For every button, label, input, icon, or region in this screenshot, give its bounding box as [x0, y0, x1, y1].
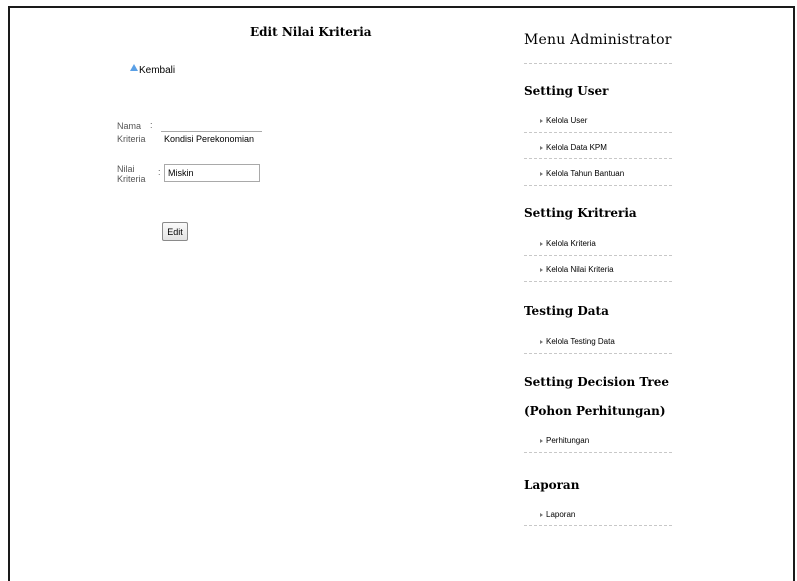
- menu-divider: [524, 132, 672, 133]
- menu-divider: [524, 281, 672, 282]
- bullet-arrow-icon: [540, 438, 543, 443]
- menu-divider: [524, 452, 672, 453]
- nama-label-line1: Nama: [117, 121, 142, 131]
- nilai-kriteria-input[interactable]: [164, 164, 260, 182]
- section-heading-decision-tree: Setting Decision Tree: [524, 375, 670, 389]
- menu-item-kelola-testing-data[interactable]: Kelola Testing Data: [540, 337, 672, 346]
- section-heading-pohon-perhitungan: (Pohon Perhitungan): [524, 404, 666, 418]
- menu-item-label: Kelola Tahun Bantuan: [546, 169, 625, 178]
- menu-title: Menu Administrator: [524, 32, 672, 48]
- menu-divider: [524, 255, 672, 256]
- section-heading-laporan: Laporan: [524, 478, 580, 492]
- bullet-arrow-icon: [540, 267, 543, 272]
- menu-divider: [524, 158, 672, 159]
- menu-divider: [524, 185, 672, 186]
- menu-item-kelola-tahun-bantuan[interactable]: Kelola Tahun Bantuan: [540, 169, 672, 178]
- menu-divider: [524, 353, 672, 354]
- bullet-arrow-icon: [540, 339, 543, 344]
- section-heading-setting-user: Setting User: [524, 84, 609, 98]
- section-heading-setting-kriteria: Setting Kritreria: [524, 206, 637, 220]
- menu-item-perhitungan[interactable]: Perhitungan: [540, 436, 672, 445]
- bullet-arrow-icon: [540, 118, 543, 123]
- menu-item-label: Laporan: [546, 510, 576, 519]
- menu-title-divider: [524, 63, 672, 64]
- nilai-label-line2: Kriteria: [117, 174, 146, 184]
- menu-item-label: Kelola User: [546, 116, 588, 125]
- menu-item-kelola-nilai-kriteria[interactable]: Kelola Nilai Kriteria: [540, 265, 672, 274]
- edit-button[interactable]: Edit: [162, 222, 188, 241]
- menu-item-label: Perhitungan: [546, 436, 590, 445]
- menu-item-laporan[interactable]: Laporan: [540, 510, 672, 519]
- menu-item-label: Kelola Testing Data: [546, 337, 615, 346]
- page-title: Edit Nilai Kriteria: [250, 25, 372, 39]
- bullet-arrow-icon: [540, 145, 543, 150]
- bullet-arrow-icon: [540, 171, 543, 176]
- bullet-arrow-icon: [540, 512, 543, 517]
- menu-item-kelola-data-kpm[interactable]: Kelola Data KPM: [540, 143, 672, 152]
- bullet-arrow-icon: [540, 241, 543, 246]
- back-link[interactable]: Kembali: [130, 64, 176, 76]
- page-frame: [8, 6, 795, 581]
- arrow-up-icon: [130, 64, 138, 71]
- menu-item-kelola-kriteria[interactable]: Kelola Kriteria: [540, 239, 672, 248]
- nama-label-line2: Kriteria: [117, 134, 146, 144]
- menu-item-label: Kelola Kriteria: [546, 239, 596, 248]
- back-link-label: Kembali: [139, 65, 176, 76]
- menu-divider: [524, 525, 672, 526]
- menu-item-label: Kelola Nilai Kriteria: [546, 265, 614, 274]
- nilai-label-line1: Nilai: [117, 164, 135, 174]
- menu-item-kelola-user[interactable]: Kelola User: [540, 116, 672, 125]
- section-heading-testing-data: Testing Data: [524, 304, 609, 318]
- nama-colon: :: [150, 120, 153, 130]
- nama-kriteria-input[interactable]: [161, 131, 262, 146]
- menu-item-label: Kelola Data KPM: [546, 143, 607, 152]
- nilai-colon: :: [158, 167, 161, 177]
